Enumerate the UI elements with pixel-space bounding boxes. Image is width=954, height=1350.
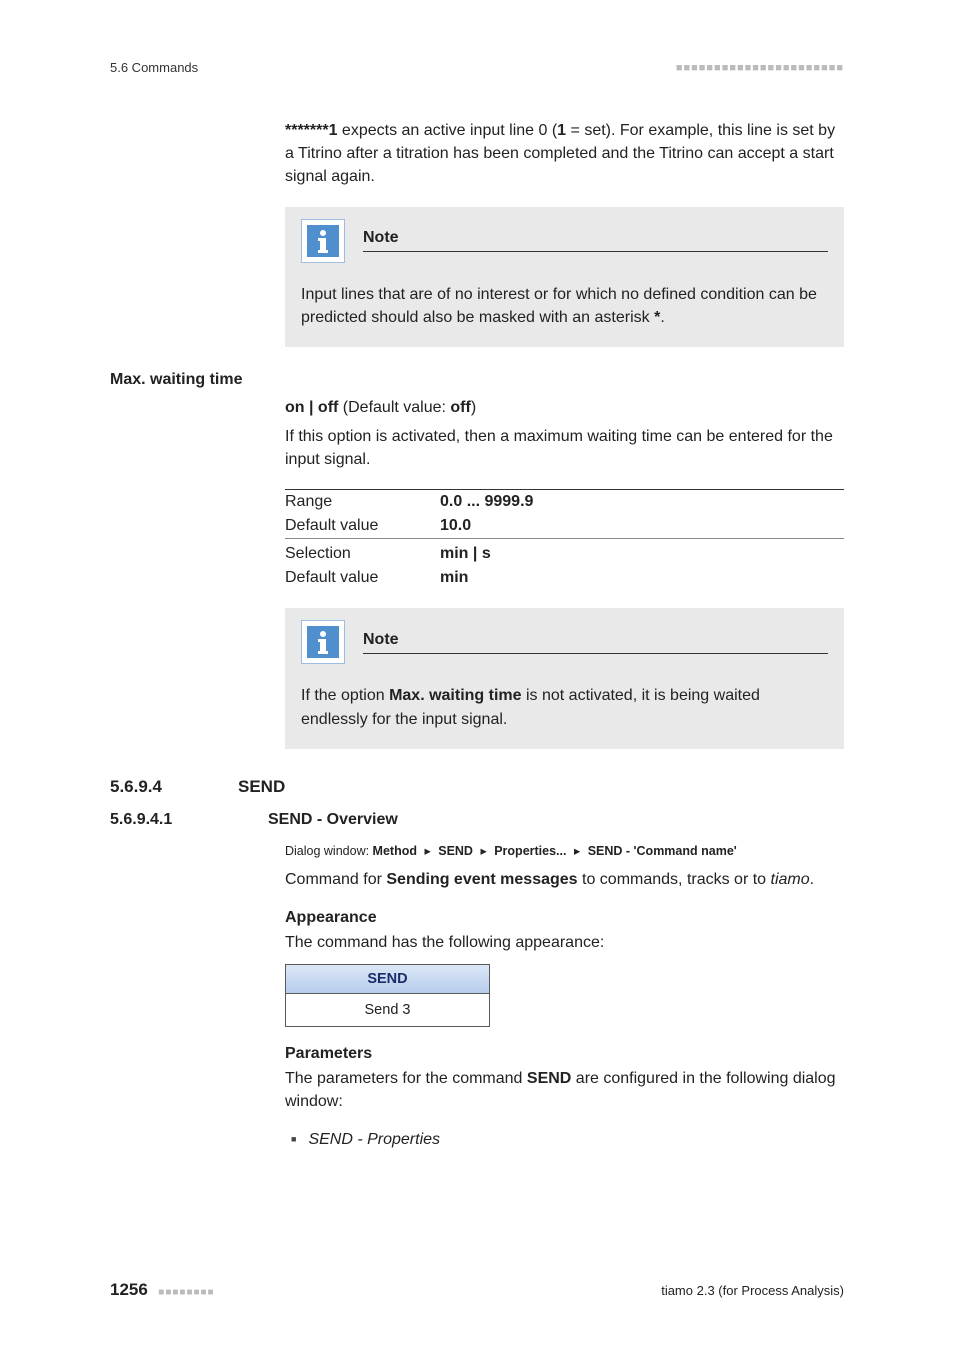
footer-ornament: ■■■■■■■■: [158, 1287, 214, 1298]
page-number: 1256: [110, 1280, 148, 1299]
divider: [363, 653, 828, 654]
list-item: ■ SEND - Properties: [291, 1131, 844, 1149]
bc-properties: Properties...: [494, 844, 566, 858]
bullet-icon: ■: [291, 1134, 296, 1144]
text: If the option: [301, 687, 389, 704]
send-command-widget: SEND Send 3: [285, 964, 490, 1027]
appearance-heading: Appearance: [285, 909, 844, 927]
range-table: Range0.0 ... 9999.9 Default value10.0 Se…: [285, 489, 844, 590]
intro-paragraph: *******1 expects an active input line 0 …: [285, 119, 844, 189]
command-for-paragraph: Command for Sending event messages to co…: [285, 868, 844, 891]
params-list: ■ SEND - Properties: [285, 1131, 844, 1149]
bold-sending: Sending event messages: [386, 871, 577, 888]
label-default2: Default value: [285, 566, 440, 590]
value-range: 0.0 ... 9999.9: [440, 490, 844, 515]
value-default: 10.0: [440, 514, 844, 539]
bc-method: Method: [373, 844, 417, 858]
triangle-icon: ▸: [574, 843, 580, 858]
parameters-desc: The parameters for the command SEND are …: [285, 1067, 844, 1113]
text: Input lines that are of no interest or f…: [301, 286, 817, 326]
bold-mwt: Max. waiting time: [389, 687, 521, 704]
text: (Default value:: [338, 399, 450, 416]
text: to commands, tracks or to: [578, 871, 771, 888]
value-selection: min | s: [440, 539, 844, 567]
subsection-title: SEND - Overview: [268, 811, 398, 829]
label-selection: Selection: [285, 539, 440, 567]
bc-send: SEND: [438, 844, 473, 858]
section-title-send: SEND: [238, 777, 285, 797]
widget-body: Send 3: [286, 994, 489, 1026]
triangle-icon: ▸: [480, 843, 486, 858]
onoff-values: on | off: [285, 399, 338, 416]
note-text: If the option Max. waiting time is not a…: [301, 684, 828, 730]
link-send-properties[interactable]: SEND - Properties: [308, 1131, 440, 1149]
divider: [363, 251, 828, 252]
info-icon: [301, 219, 345, 263]
text: ): [471, 399, 476, 416]
italic-tiamo: tiamo: [771, 871, 810, 888]
label-default: Default value: [285, 514, 440, 539]
text: .: [660, 309, 664, 326]
bold-one: 1: [557, 122, 566, 139]
dialog-breadcrumb: Dialog window: Method ▸ SEND ▸ Propertie…: [285, 843, 844, 858]
parameters-heading: Parameters: [285, 1045, 844, 1063]
footer-left: 1256 ■■■■■■■■: [110, 1280, 215, 1300]
subsection-number: 5.6.9.4.1: [110, 811, 240, 829]
text: Command for: [285, 871, 386, 888]
section-number: 5.6.9.4: [110, 777, 210, 797]
note-title: Note: [363, 631, 828, 651]
header-ornament: ■■■■■■■■■■■■■■■■■■■■■■: [676, 62, 844, 74]
note-box: Note Input lines that are of no interest…: [285, 207, 844, 347]
info-icon: [301, 620, 345, 664]
note-text: Input lines that are of no interest or f…: [301, 283, 828, 329]
bc-cmdname: SEND - 'Command name': [588, 844, 737, 858]
header-section: 5.6 Commands: [110, 60, 198, 75]
text: expects an active input line 0 (: [337, 122, 557, 139]
on-off-line: on | off (Default value: off): [285, 399, 844, 417]
text: Dialog window:: [285, 844, 373, 858]
note-box: Note If the option Max. waiting time is …: [285, 608, 844, 748]
onoff-default: off: [450, 399, 470, 416]
mwt-description: If this option is activated, then a maxi…: [285, 425, 844, 471]
widget-header: SEND: [286, 965, 489, 994]
label-range: Range: [285, 490, 440, 515]
footer-right: tiamo 2.3 (for Process Analysis): [661, 1283, 844, 1298]
text: The parameters for the command: [285, 1070, 527, 1087]
appearance-desc: The command has the following appearance…: [285, 931, 844, 954]
value-default2: min: [440, 566, 844, 590]
pattern-code: *******1: [285, 122, 337, 139]
text: .: [810, 871, 814, 888]
triangle-icon: ▸: [424, 843, 430, 858]
note-title: Note: [363, 229, 828, 249]
param-heading-max-waiting: Max. waiting time: [110, 369, 285, 389]
bold-send: SEND: [527, 1070, 571, 1087]
